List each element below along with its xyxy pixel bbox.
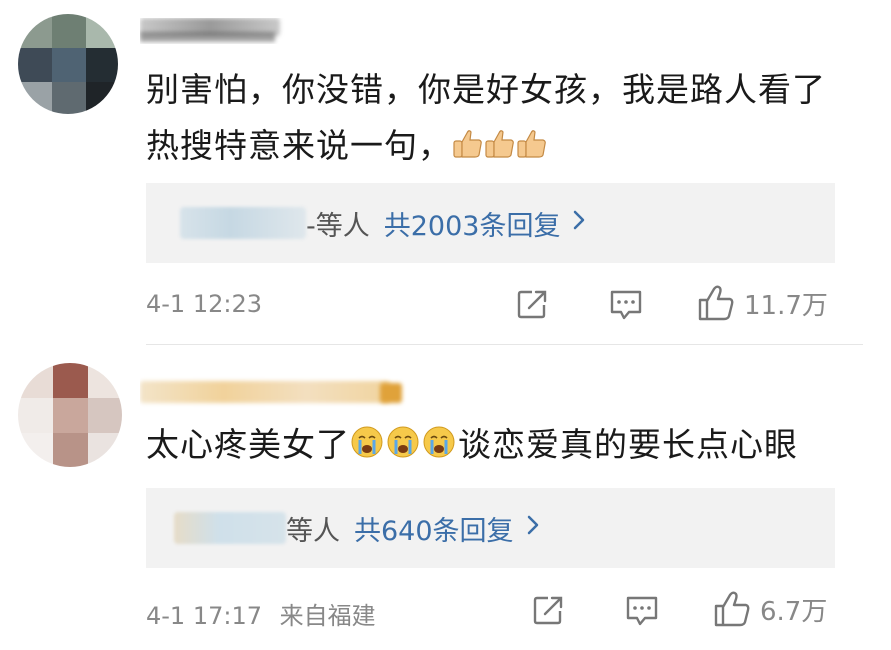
username[interactable]: [140, 375, 410, 415]
comment-text-after: 谈恋爱真的要长点心眼: [458, 425, 798, 464]
comment-text: 别害怕，你没错，你是好女孩，我是路人看了热搜特意来说一句，: [146, 62, 841, 178]
replier-suffix: 等人: [286, 515, 340, 547]
like-button[interactable]: 6.7万: [712, 590, 827, 628]
comment-icon: [608, 288, 644, 322]
comment-button[interactable]: [624, 594, 660, 628]
like-count: 11.7万: [744, 290, 828, 321]
avatar[interactable]: [18, 363, 122, 467]
comment-meta: 4-1 12:23 11.7万: [146, 284, 836, 324]
comment-item: 太心疼美女了 谈恋爱真的要长点心眼 等人 共640条回复 4-1 17:17 来…: [0, 345, 891, 650]
replier-suffix: -等人: [306, 210, 370, 242]
obscured-replier-names: [180, 207, 306, 239]
comment-text: 太心疼美女了 谈恋爱真的要长点心眼: [146, 417, 841, 477]
avatar[interactable]: [18, 14, 118, 114]
comment-button[interactable]: [608, 288, 644, 322]
crying-face-emoji-icon: [350, 421, 458, 477]
obscured-replier-names: [174, 512, 286, 544]
like-count: 6.7万: [760, 596, 828, 627]
comment-time: 4-1 12:23: [146, 290, 262, 318]
username[interactable]: [140, 18, 290, 44]
replies-summary-row: -等人 共2003条回复: [180, 183, 586, 263]
replies-summary[interactable]: -等人 共2003条回复: [146, 183, 835, 263]
reply-count-link[interactable]: 共640条回复: [354, 509, 514, 548]
share-icon: [516, 288, 550, 320]
thumbs-up-icon: [696, 284, 736, 322]
replies-summary-row: 等人 共640条回复: [174, 488, 540, 568]
share-button[interactable]: [532, 594, 566, 626]
thumbs-up-emoji-icon: [452, 122, 548, 178]
comment-meta: 4-1 17:17 来自福建 6.7万: [146, 590, 836, 630]
like-button[interactable]: 11.7万: [696, 284, 828, 322]
comment-icon: [624, 594, 660, 628]
comment-location: 来自福建: [279, 602, 376, 630]
share-button[interactable]: [516, 288, 550, 320]
thumbs-up-icon: [712, 590, 752, 628]
replies-summary[interactable]: 等人 共640条回复: [146, 488, 835, 568]
comment-time: 4-1 17:17 来自福建: [146, 596, 376, 631]
comment-text-before: 太心疼美女了: [146, 425, 350, 464]
share-icon: [532, 594, 566, 626]
comment-time-value: 4-1 17:17: [146, 602, 262, 630]
chevron-right-icon: [572, 208, 586, 238]
reply-count-link[interactable]: 共2003条回复: [384, 204, 561, 243]
chevron-right-icon: [526, 513, 540, 543]
comment-item: 别害怕，你没错，你是好女孩，我是路人看了热搜特意来说一句， -等人 共2003条…: [0, 0, 891, 345]
